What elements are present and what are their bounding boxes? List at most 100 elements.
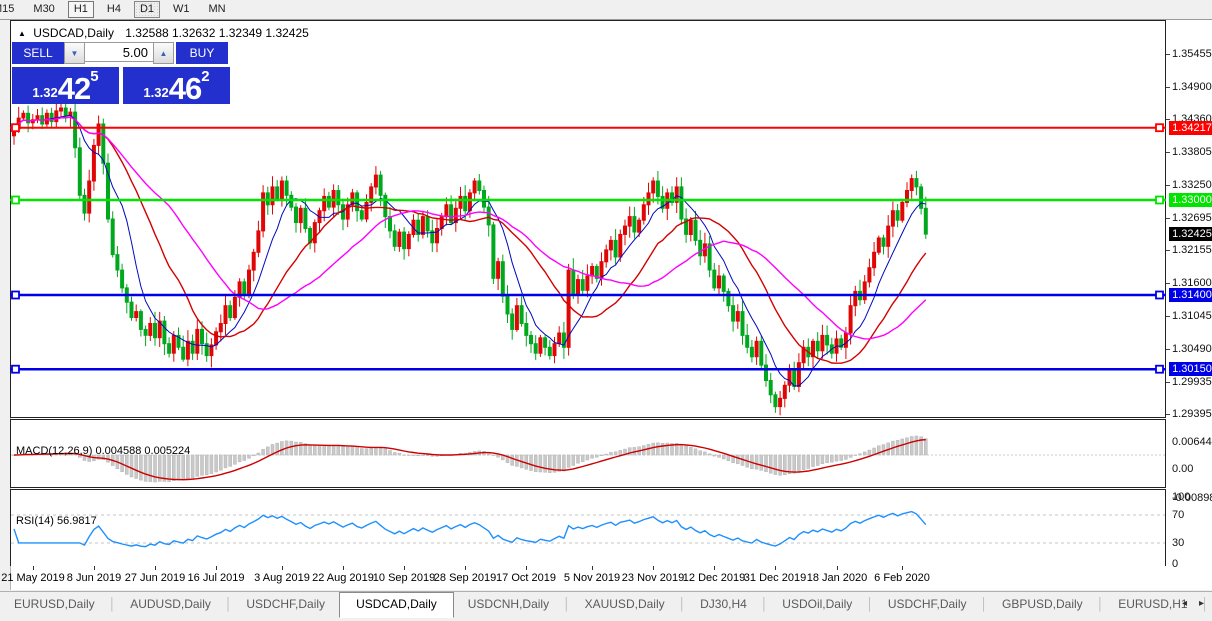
- date-axis-tick: [216, 566, 217, 570]
- sell-button[interactable]: SELL: [12, 42, 64, 64]
- chart-window: ▲ USDCAD,Daily 1.32588 1.32632 1.32349 1…: [0, 20, 1212, 590]
- timeframe-button-w1[interactable]: W1: [167, 1, 196, 18]
- chart-tab-usdchf-daily[interactable]: USDCHF,Daily: [232, 593, 339, 616]
- chart-tab-dj30-h4[interactable]: DJ30,H4: [686, 593, 761, 616]
- macd-scale-label: 0.006448: [1172, 436, 1212, 448]
- date-axis-tick: [94, 566, 95, 570]
- price-scale-label: 1.31045: [1172, 310, 1212, 322]
- date-axis-label: 28 Sep 2019: [434, 572, 496, 584]
- date-axis-tick: [404, 566, 405, 570]
- price-scale-tick: [1166, 316, 1170, 317]
- date-axis-tick: [775, 566, 776, 570]
- level-price-chip-1.31400[interactable]: 1.31400: [1169, 288, 1212, 302]
- date-axis-tick: [343, 566, 344, 570]
- volume-decrease-button[interactable]: ▼: [64, 42, 85, 64]
- tab-scroll-buttons: ◂▸: [1176, 592, 1210, 615]
- chart-tab-eurusd-daily[interactable]: EURUSD,Daily: [0, 593, 109, 616]
- timeframe-button-h1[interactable]: H1: [68, 1, 94, 18]
- price-scale-label: 1.33250: [1172, 179, 1212, 191]
- rsi-caption: RSI(14) 56.9817: [16, 515, 97, 527]
- date-axis-label: 22 Aug 2019: [312, 572, 374, 584]
- date-axis-tick: [592, 566, 593, 570]
- level-line-handle[interactable]: [12, 197, 19, 204]
- date-axis-label: 17 Oct 2019: [496, 572, 556, 584]
- buy-price-prefix: 1.32: [143, 85, 168, 100]
- level-line-handle[interactable]: [1156, 366, 1163, 373]
- timeframe-toolbar: M15 M30 H1 H4 D1 W1 MN: [0, 0, 1212, 20]
- rsi-pane: [11, 490, 1166, 567]
- price-scale-label: 1.32695: [1172, 212, 1212, 224]
- chart-tab-usdcad-daily[interactable]: USDCAD,Daily: [339, 592, 454, 618]
- tab-scroll-right-icon[interactable]: ▸: [1193, 592, 1210, 615]
- price-scale-label: 1.30490: [1172, 343, 1212, 355]
- chart-tab-gbpusd-daily[interactable]: GBPUSD,Daily: [988, 593, 1097, 616]
- price-scale-label: 1.32155: [1172, 244, 1212, 256]
- date-axis-tick: [837, 566, 838, 570]
- level-line-handle[interactable]: [1156, 124, 1163, 131]
- one-click-panel-toggle-icon[interactable]: ▲: [18, 29, 26, 38]
- level-line-handle[interactable]: [12, 292, 19, 299]
- date-axis-tick: [526, 566, 527, 570]
- chart-tab-xauusd-daily[interactable]: XAUUSD,Daily: [571, 593, 679, 616]
- level-line-handle[interactable]: [1156, 292, 1163, 299]
- date-axis-label: 23 Nov 2019: [622, 572, 684, 584]
- price-scale-tick: [1166, 414, 1170, 415]
- price-scale-tick: [1166, 54, 1170, 55]
- macd-caption: MACD(12,26,9) 0.004588 0.005224: [16, 445, 190, 457]
- volume-increase-button[interactable]: ▲: [153, 42, 174, 64]
- price-scale-label: 1.29935: [1172, 376, 1212, 388]
- timeframe-button-m15[interactable]: M15: [0, 1, 20, 18]
- price-scale-tick: [1166, 250, 1170, 251]
- rsi-scale-label: 0: [1172, 558, 1178, 570]
- price-scale-tick: [1166, 218, 1170, 219]
- chart-tab-audusd-daily[interactable]: AUDUSD,Daily: [116, 593, 225, 616]
- date-axis-tick: [902, 566, 903, 570]
- chart-tab-usdcnh-daily[interactable]: USDCNH,Daily: [454, 593, 563, 616]
- level-price-chip-1.33000[interactable]: 1.33000: [1169, 193, 1212, 207]
- tab-separator: │: [1097, 597, 1105, 611]
- timeframe-button-m30[interactable]: M30: [27, 1, 60, 18]
- level-line-handle[interactable]: [12, 124, 19, 131]
- volume-input[interactable]: [85, 42, 153, 62]
- buy-button[interactable]: BUY: [176, 42, 228, 64]
- price-scale-label: 1.29395: [1172, 408, 1212, 420]
- date-axis-tick: [33, 566, 34, 570]
- tab-separator: │: [225, 597, 233, 611]
- price-scale-tick: [1166, 283, 1170, 284]
- level-price-chip-1.34217[interactable]: 1.34217: [1169, 121, 1212, 135]
- date-axis-label: 6 Feb 2020: [874, 572, 930, 584]
- rsi-scale-label: 70: [1172, 509, 1184, 521]
- sell-price-display[interactable]: 1.32425: [12, 67, 119, 104]
- tab-separator: │: [761, 597, 769, 611]
- date-axis-tick: [714, 566, 715, 570]
- date-axis-label: 31 Dec 2019: [744, 572, 806, 584]
- price-scale-tick: [1166, 87, 1170, 88]
- timeframe-button-h4[interactable]: H4: [101, 1, 127, 18]
- chart-tab-usdchf-daily[interactable]: USDCHF,Daily: [874, 593, 981, 616]
- one-click-trade-panel: SELL ▼ ▲ BUY 1.32425 1.32462: [12, 42, 230, 104]
- tab-separator: │: [866, 597, 874, 611]
- chart-tab-bar: EURUSD,Daily│AUDUSD,Daily│USDCHF,DailyUS…: [0, 591, 1212, 621]
- level-line-handle[interactable]: [12, 366, 19, 373]
- level-price-chip-1.30150[interactable]: 1.30150: [1169, 362, 1212, 376]
- rsi-scale-label: 30: [1172, 537, 1184, 549]
- price-scale-tick: [1166, 152, 1170, 153]
- price-scale-tick: [1166, 119, 1170, 120]
- tab-separator: │: [679, 597, 687, 611]
- date-axis-label: 3 Aug 2019: [254, 572, 310, 584]
- date-axis-label: 21 May 2019: [1, 572, 65, 584]
- price-scale-tick: [1166, 185, 1170, 186]
- rsi-scale-label: 100: [1172, 491, 1190, 503]
- date-axis-label: 5 Nov 2019: [564, 572, 620, 584]
- tab-scroll-left-icon[interactable]: ◂: [1176, 592, 1193, 615]
- timeframe-button-d1[interactable]: D1: [134, 1, 160, 18]
- mt4-terminal: M15 M30 H1 H4 D1 W1 MN ▲ USDCAD,Daily 1.32588 …: [0, 0, 1212, 621]
- date-axis-label: 16 Jul 2019: [188, 572, 245, 584]
- chart-tab-usdoil-daily[interactable]: USDOil,Daily: [768, 593, 866, 616]
- level-line-handle[interactable]: [1156, 197, 1163, 204]
- sell-price-prefix: 1.32: [32, 85, 57, 100]
- date-axis-label: 18 Jan 2020: [807, 572, 868, 584]
- buy-price-main: 46: [169, 74, 201, 103]
- buy-price-display[interactable]: 1.32462: [123, 67, 230, 104]
- timeframe-button-mn[interactable]: MN: [203, 1, 232, 18]
